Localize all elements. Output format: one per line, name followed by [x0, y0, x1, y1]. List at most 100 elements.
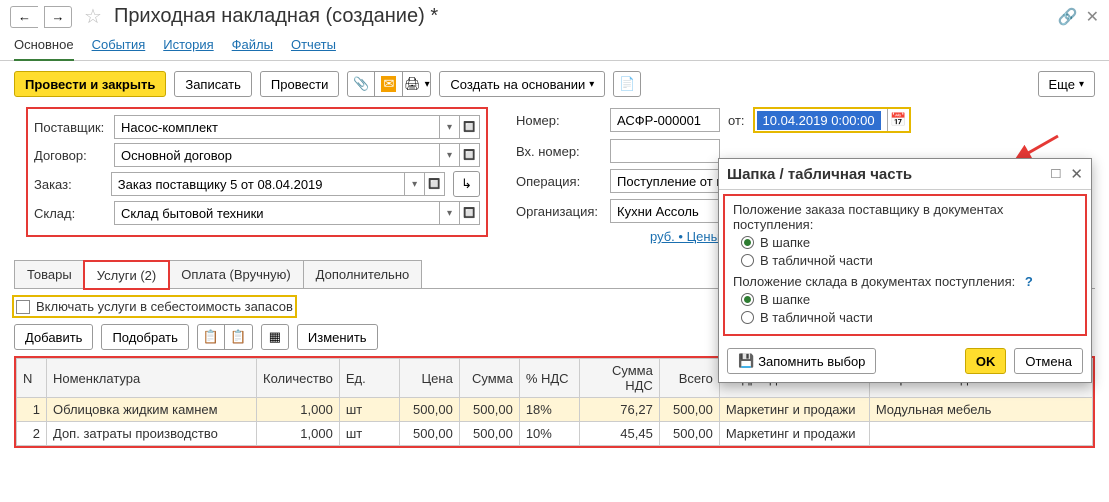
nav-history[interactable]: История — [163, 37, 213, 52]
col-n[interactable]: N — [17, 359, 47, 398]
warehouse-combo[interactable]: ▾ 🔲 — [114, 201, 480, 225]
nav-files[interactable]: Файлы — [232, 37, 273, 52]
cell-total[interactable]: 500,00 — [659, 422, 719, 446]
col-nomen[interactable]: Номенклатура — [47, 359, 257, 398]
order-in-header-radio[interactable]: В шапке — [741, 235, 1077, 250]
nav-events[interactable]: События — [92, 37, 146, 52]
warehouse-in-header-radio[interactable]: В шапке — [741, 292, 1077, 307]
cell-nomen[interactable]: Облицовка жидким камнем — [47, 398, 257, 422]
table-row[interactable]: 2 Доп. затраты производство 1,000 шт 500… — [17, 422, 1093, 446]
link-icon[interactable]: 🔗 — [1058, 7, 1078, 27]
col-unit[interactable]: Ед. — [339, 359, 399, 398]
cell-total[interactable]: 500,00 — [659, 398, 719, 422]
cell-sum[interactable]: 500,00 — [459, 422, 519, 446]
operation-combo[interactable] — [610, 169, 730, 193]
tab-extra[interactable]: Дополнительно — [303, 260, 423, 288]
calendar-icon[interactable]: 📅 — [887, 109, 909, 131]
col-sum[interactable]: Сумма — [459, 359, 519, 398]
col-qty[interactable]: Количество — [257, 359, 340, 398]
remember-choice-button[interactable]: 💾 Запомнить выбор — [727, 348, 876, 374]
date-field[interactable]: 10.04.2019 0:00:00 📅 — [753, 107, 911, 133]
order-input[interactable] — [112, 173, 404, 195]
cell-qty[interactable]: 1,000 — [257, 398, 340, 422]
print-button[interactable]: 🖨 — [403, 71, 431, 97]
ext-number-input[interactable] — [610, 139, 720, 163]
cell-vat-pct[interactable]: 18% — [519, 398, 579, 422]
cell-dir[interactable]: Модульная мебель — [869, 398, 1092, 422]
cell-vat-pct[interactable]: 10% — [519, 422, 579, 446]
supplier-input[interactable] — [115, 116, 439, 138]
org-combo[interactable] — [610, 199, 730, 223]
table-row[interactable]: 1 Облицовка жидким камнем 1,000 шт 500,0… — [17, 398, 1093, 422]
more-button[interactable]: Еще — [1038, 71, 1095, 97]
forward-button[interactable]: → — [44, 6, 72, 28]
maximize-icon[interactable]: □ — [1051, 165, 1060, 183]
cancel-button[interactable]: Отмена — [1014, 348, 1083, 374]
dropdown-icon[interactable]: ▾ — [439, 116, 459, 138]
paste-button[interactable]: 📋 — [225, 324, 253, 350]
col-vat-pct[interactable]: % НДС — [519, 359, 579, 398]
warehouse-input[interactable] — [115, 202, 439, 224]
cell-sum[interactable]: 500,00 — [459, 398, 519, 422]
cell-qty[interactable]: 1,000 — [257, 422, 340, 446]
write-button[interactable]: Записать — [174, 71, 252, 97]
nav-main[interactable]: Основное — [14, 37, 74, 61]
cell-dir[interactable] — [869, 422, 1092, 446]
open-ref-icon[interactable]: 🔲 — [459, 202, 479, 224]
open-ref-icon[interactable]: 🔲 — [424, 173, 444, 195]
order-in-table-radio[interactable]: В табличной части — [741, 253, 1077, 268]
dropdown-icon[interactable]: ▾ — [439, 202, 459, 224]
ok-button[interactable]: OK — [965, 348, 1007, 374]
cell-price[interactable]: 500,00 — [399, 422, 459, 446]
table-settings-button[interactable]: ▦ — [261, 324, 289, 350]
tab-goods[interactable]: Товары — [14, 260, 85, 288]
cell-price[interactable]: 500,00 — [399, 398, 459, 422]
attachment-button[interactable]: 📎 — [347, 71, 375, 97]
cell-unit[interactable]: шт — [339, 422, 399, 446]
popup-title: Шапка / табличная часть — [727, 166, 912, 183]
dropdown-icon[interactable]: ▾ — [404, 173, 424, 195]
contract-input[interactable] — [115, 144, 439, 166]
order-combo[interactable]: ▾ 🔲 — [111, 172, 445, 196]
dropdown-icon[interactable]: ▾ — [439, 144, 459, 166]
copy-button[interactable]: 📋 — [197, 324, 225, 350]
checkbox-icon[interactable] — [16, 300, 30, 314]
include-services-checkbox-row[interactable]: Включать услуги в себестоимость запасов — [14, 297, 295, 316]
report-button[interactable]: 📄 — [613, 71, 641, 97]
tab-services[interactable]: Услуги (2) — [84, 261, 169, 289]
remember-label: Запомнить выбор — [758, 354, 865, 369]
open-ref-icon[interactable]: 🔲 — [459, 116, 479, 138]
number-input[interactable] — [610, 108, 720, 132]
col-vat-sum[interactable]: Сумма НДС — [579, 359, 659, 398]
org-label: Организация: — [516, 204, 602, 219]
cell-vat-sum[interactable]: 45,45 — [579, 422, 659, 446]
close-icon[interactable]: ✕ — [1070, 165, 1083, 183]
col-total[interactable]: Всего — [659, 359, 719, 398]
cell-dept[interactable]: Маркетинг и продажи — [719, 398, 869, 422]
favorite-star-icon[interactable]: ☆ — [84, 4, 102, 29]
pick-button[interactable]: Подобрать — [101, 324, 188, 350]
fill-from-order-button[interactable]: ↳ — [453, 171, 480, 197]
close-window-icon[interactable]: ✕ — [1086, 7, 1099, 27]
cell-nomen[interactable]: Доп. затраты производство — [47, 422, 257, 446]
add-row-button[interactable]: Добавить — [14, 324, 93, 350]
post-button[interactable]: Провести — [260, 71, 340, 97]
nav-reports[interactable]: Отчеты — [291, 37, 336, 52]
back-button[interactable]: ← — [10, 6, 38, 28]
open-ref-icon[interactable]: 🔲 — [459, 144, 479, 166]
supplier-combo[interactable]: ▾ 🔲 — [114, 115, 480, 139]
header-table-settings-popup: Шапка / табличная часть □ ✕ Положение за… — [718, 158, 1092, 383]
change-button[interactable]: Изменить — [297, 324, 378, 350]
number-label: Номер: — [516, 113, 602, 128]
post-and-close-button[interactable]: Провести и закрыть — [14, 71, 166, 97]
create-based-on-button[interactable]: Создать на основании — [439, 71, 605, 97]
cell-unit[interactable]: шт — [339, 398, 399, 422]
cell-vat-sum[interactable]: 76,27 — [579, 398, 659, 422]
tab-payment[interactable]: Оплата (Вручную) — [168, 260, 303, 288]
warehouse-in-table-radio[interactable]: В табличной части — [741, 310, 1077, 325]
contract-combo[interactable]: ▾ 🔲 — [114, 143, 480, 167]
mail-button[interactable]: ✉ — [375, 71, 403, 97]
help-icon[interactable]: ? — [1025, 274, 1033, 289]
col-price[interactable]: Цена — [399, 359, 459, 398]
cell-dept[interactable]: Маркетинг и продажи — [719, 422, 869, 446]
